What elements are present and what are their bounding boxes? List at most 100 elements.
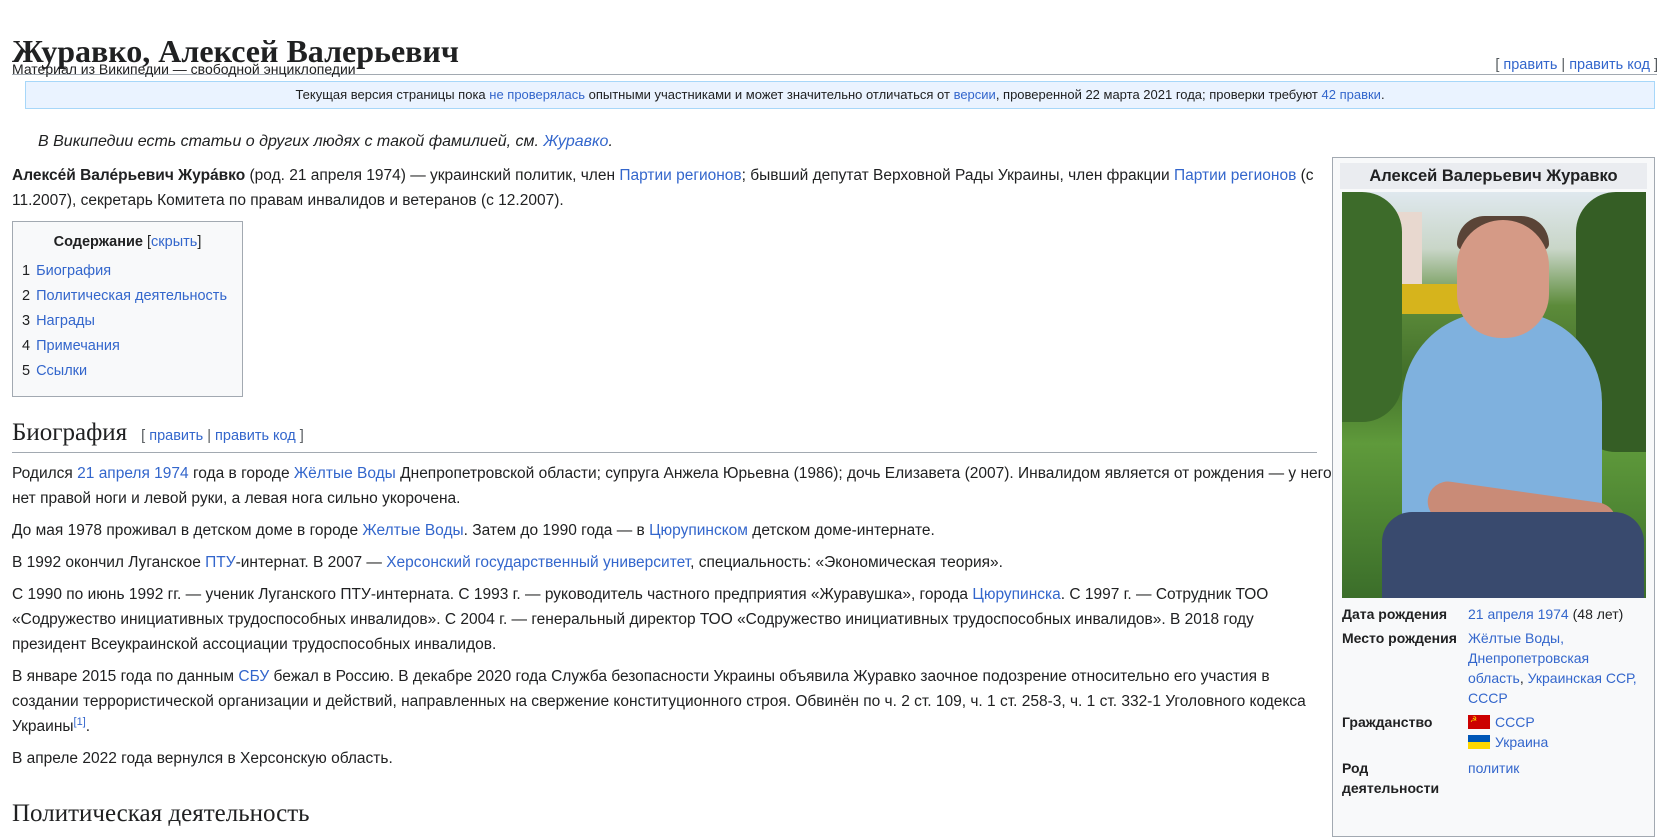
pending-edits-link[interactable]: 42 правки [1322,87,1381,102]
notice-text: , проверенной 22 марта 2021 года; провер… [995,87,1322,102]
section-heading-politics: Политическая деятельность [12,800,310,827]
city-link[interactable]: Цюрупинском [649,522,748,539]
lead-paragraph: Алексе́й Вале́рьевич Жура́вко (род. 21 а… [12,163,1322,213]
toc-list: 1 Биография 2 Политическая деятельность 3Н… [22,259,242,384]
reference-link[interactable]: [1] [74,716,86,728]
toc-item[interactable]: 2 Политическая деятельность [22,284,242,309]
lead-text: (род. 21 апреля 1974) — украинский полит… [245,167,620,184]
section-edit-link[interactable]: править [149,428,203,444]
hatnote-end: . [608,133,613,150]
text: С 1990 по июнь 1992 гг. — ученик Луганск… [12,586,973,603]
notice-text: . [1380,87,1385,102]
infobox-row-birth-place: Место рождения Жёлтые Воды, Днепропетровс… [1342,626,1647,710]
infobox-row-birth-date: Дата рождения 21 апреля 1974 (48 лет) [1342,602,1647,626]
toc-link[interactable]: Награды [36,313,95,329]
separator: , [1519,670,1528,686]
sbu-link[interactable]: СБУ [238,668,269,685]
portrait-photo[interactable] [1342,192,1646,598]
text: . [85,718,91,735]
version-link[interactable]: версии [954,87,996,102]
lead-text: ; бывший депутат Верховной Рады Украины,… [741,167,1174,184]
text: года в городе [188,465,294,482]
text: В 1992 окончил Луганское [12,554,206,571]
text: . Затем до 1990 года — в [463,522,650,539]
paragraph: В январе 2015 года по данным СБУ бежал в… [12,664,1332,739]
hatnote-text: В Википедии есть статьи о других людях с… [38,133,544,150]
party-link[interactable]: Партии регионов [619,167,741,184]
paragraph: В 1992 окончил Луганское ПТУ-интернат. В… [12,550,1332,575]
toc-number: 2 [22,288,31,304]
row-label: Гражданство [1342,714,1433,730]
city-link[interactable]: Цюрупинска [972,586,1060,603]
university-link[interactable]: Херсонский государственный университет [386,554,690,571]
subject-name: Алексе́й Вале́рьевич Жура́вко [12,167,246,184]
toc-number: 3 [22,313,31,329]
infobox-row-occupation: Род деятельности политик [1342,756,1647,800]
section-title: Биография [12,419,128,446]
toc-number: 4 [22,338,31,354]
unreviewed-link[interactable]: не проверялась [489,87,585,102]
row-label: Дата рождения [1342,606,1448,622]
text: До мая 1978 проживал в детском доме в го… [12,522,363,539]
flagged-revisions-notice: Текущая версия страницы пока не проверял… [25,81,1655,109]
infobox: Алексей Валерьевич Журавко Дата рождения… [1332,157,1655,837]
notice-text: опытными участниками и может значительно… [585,87,954,102]
paragraph: С 1990 по июнь 1992 гг. — ученик Луганск… [12,582,1332,657]
citizenship-link[interactable]: Украина [1495,734,1548,750]
date-link[interactable]: 21 апреля 1974 [77,465,189,482]
occupation-link[interactable]: политик [1468,760,1519,776]
toc-item[interactable]: 1 Биография [22,259,242,284]
ussr-flag-icon [1468,715,1490,729]
section-heading-biography: Биография [ править | править код ] [12,416,1317,453]
text: детском доме-интернате. [747,522,935,539]
notice-text: Текущая версия страницы пока [295,87,490,102]
toc-link[interactable]: Примечания [36,338,120,354]
paragraph: До мая 1978 проживал в детском доме в го… [12,518,1332,543]
country-link[interactable]: СССР [1468,690,1508,706]
hatnote: В Википедии есть статьи о других людях с… [38,133,613,151]
toc-link[interactable]: Ссылки [36,363,87,379]
toc-item[interactable]: 3 Награды [22,309,242,334]
toc-link[interactable]: Политическая деятельность [36,288,227,304]
ukraine-flag-icon [1468,735,1490,749]
text: В январе 2015 года по данным [12,668,239,685]
text: , специальность: «Экономическая теория». [690,554,1003,571]
row-label: Место рождения [1342,630,1457,646]
separator: , [1632,670,1637,686]
paragraph: Родился 21 апреля 1974 года в городе Жёл… [12,461,1332,511]
infobox-row-citizenship: Гражданство СССР Украина [1342,710,1647,754]
row-value: СССР Украина [1468,712,1647,752]
row-value: 21 апреля 1974 (48 лет) [1468,604,1647,624]
toc-link[interactable]: Биография [36,263,111,279]
citizenship-link[interactable]: СССР [1495,714,1535,730]
hatnote-link[interactable]: Журавко [543,133,608,150]
text: -интернат. В 2007 — [235,554,387,571]
row-value: политик [1468,758,1647,798]
ptu-link[interactable]: ПТУ [205,554,235,571]
toc-title: Содержание [53,234,143,250]
text: В апреле 2022 года вернулся в Херсонскую… [12,750,393,767]
city-link[interactable]: Желтые Воды [362,522,463,539]
city-link[interactable]: Жёлтые Воды, [1468,630,1564,646]
city-link[interactable]: Жёлтые Воды [294,465,396,482]
page-edit-links: [ править | править код ] [1495,57,1658,73]
section-edit-source-link[interactable]: править код [215,428,296,444]
edit-source-link[interactable]: править код [1569,57,1650,73]
infobox-title: Алексей Валерьевич Журавко [1340,163,1647,189]
edit-link[interactable]: править [1503,57,1557,73]
republic-link[interactable]: Украинская ССР [1528,670,1633,686]
text: Родился [12,465,78,482]
age: (48 лет) [1568,606,1624,622]
section-edit-links: [ править | править код ] [141,428,304,444]
toc-hide-link[interactable]: скрыть [151,234,197,250]
toc-item[interactable]: 5 Ссылки [22,359,242,384]
toc-number: 1 [22,263,31,279]
row-label: Род деятельности [1342,760,1440,796]
row-value: Жёлтые Воды, Днепропетровская область, Ук… [1468,628,1647,708]
toc-header: Содержание [скрыть] [53,234,202,250]
toc-item[interactable]: 4 Примечания [22,334,242,359]
table-of-contents: Содержание [скрыть] 1 Биография 2 Политиче… [12,221,243,397]
tagline: Материал из Википедии — свободной энцикл… [12,61,356,77]
birth-date-link[interactable]: 21 апреля 1974 [1468,606,1569,622]
party-link[interactable]: Партии регионов [1174,167,1296,184]
